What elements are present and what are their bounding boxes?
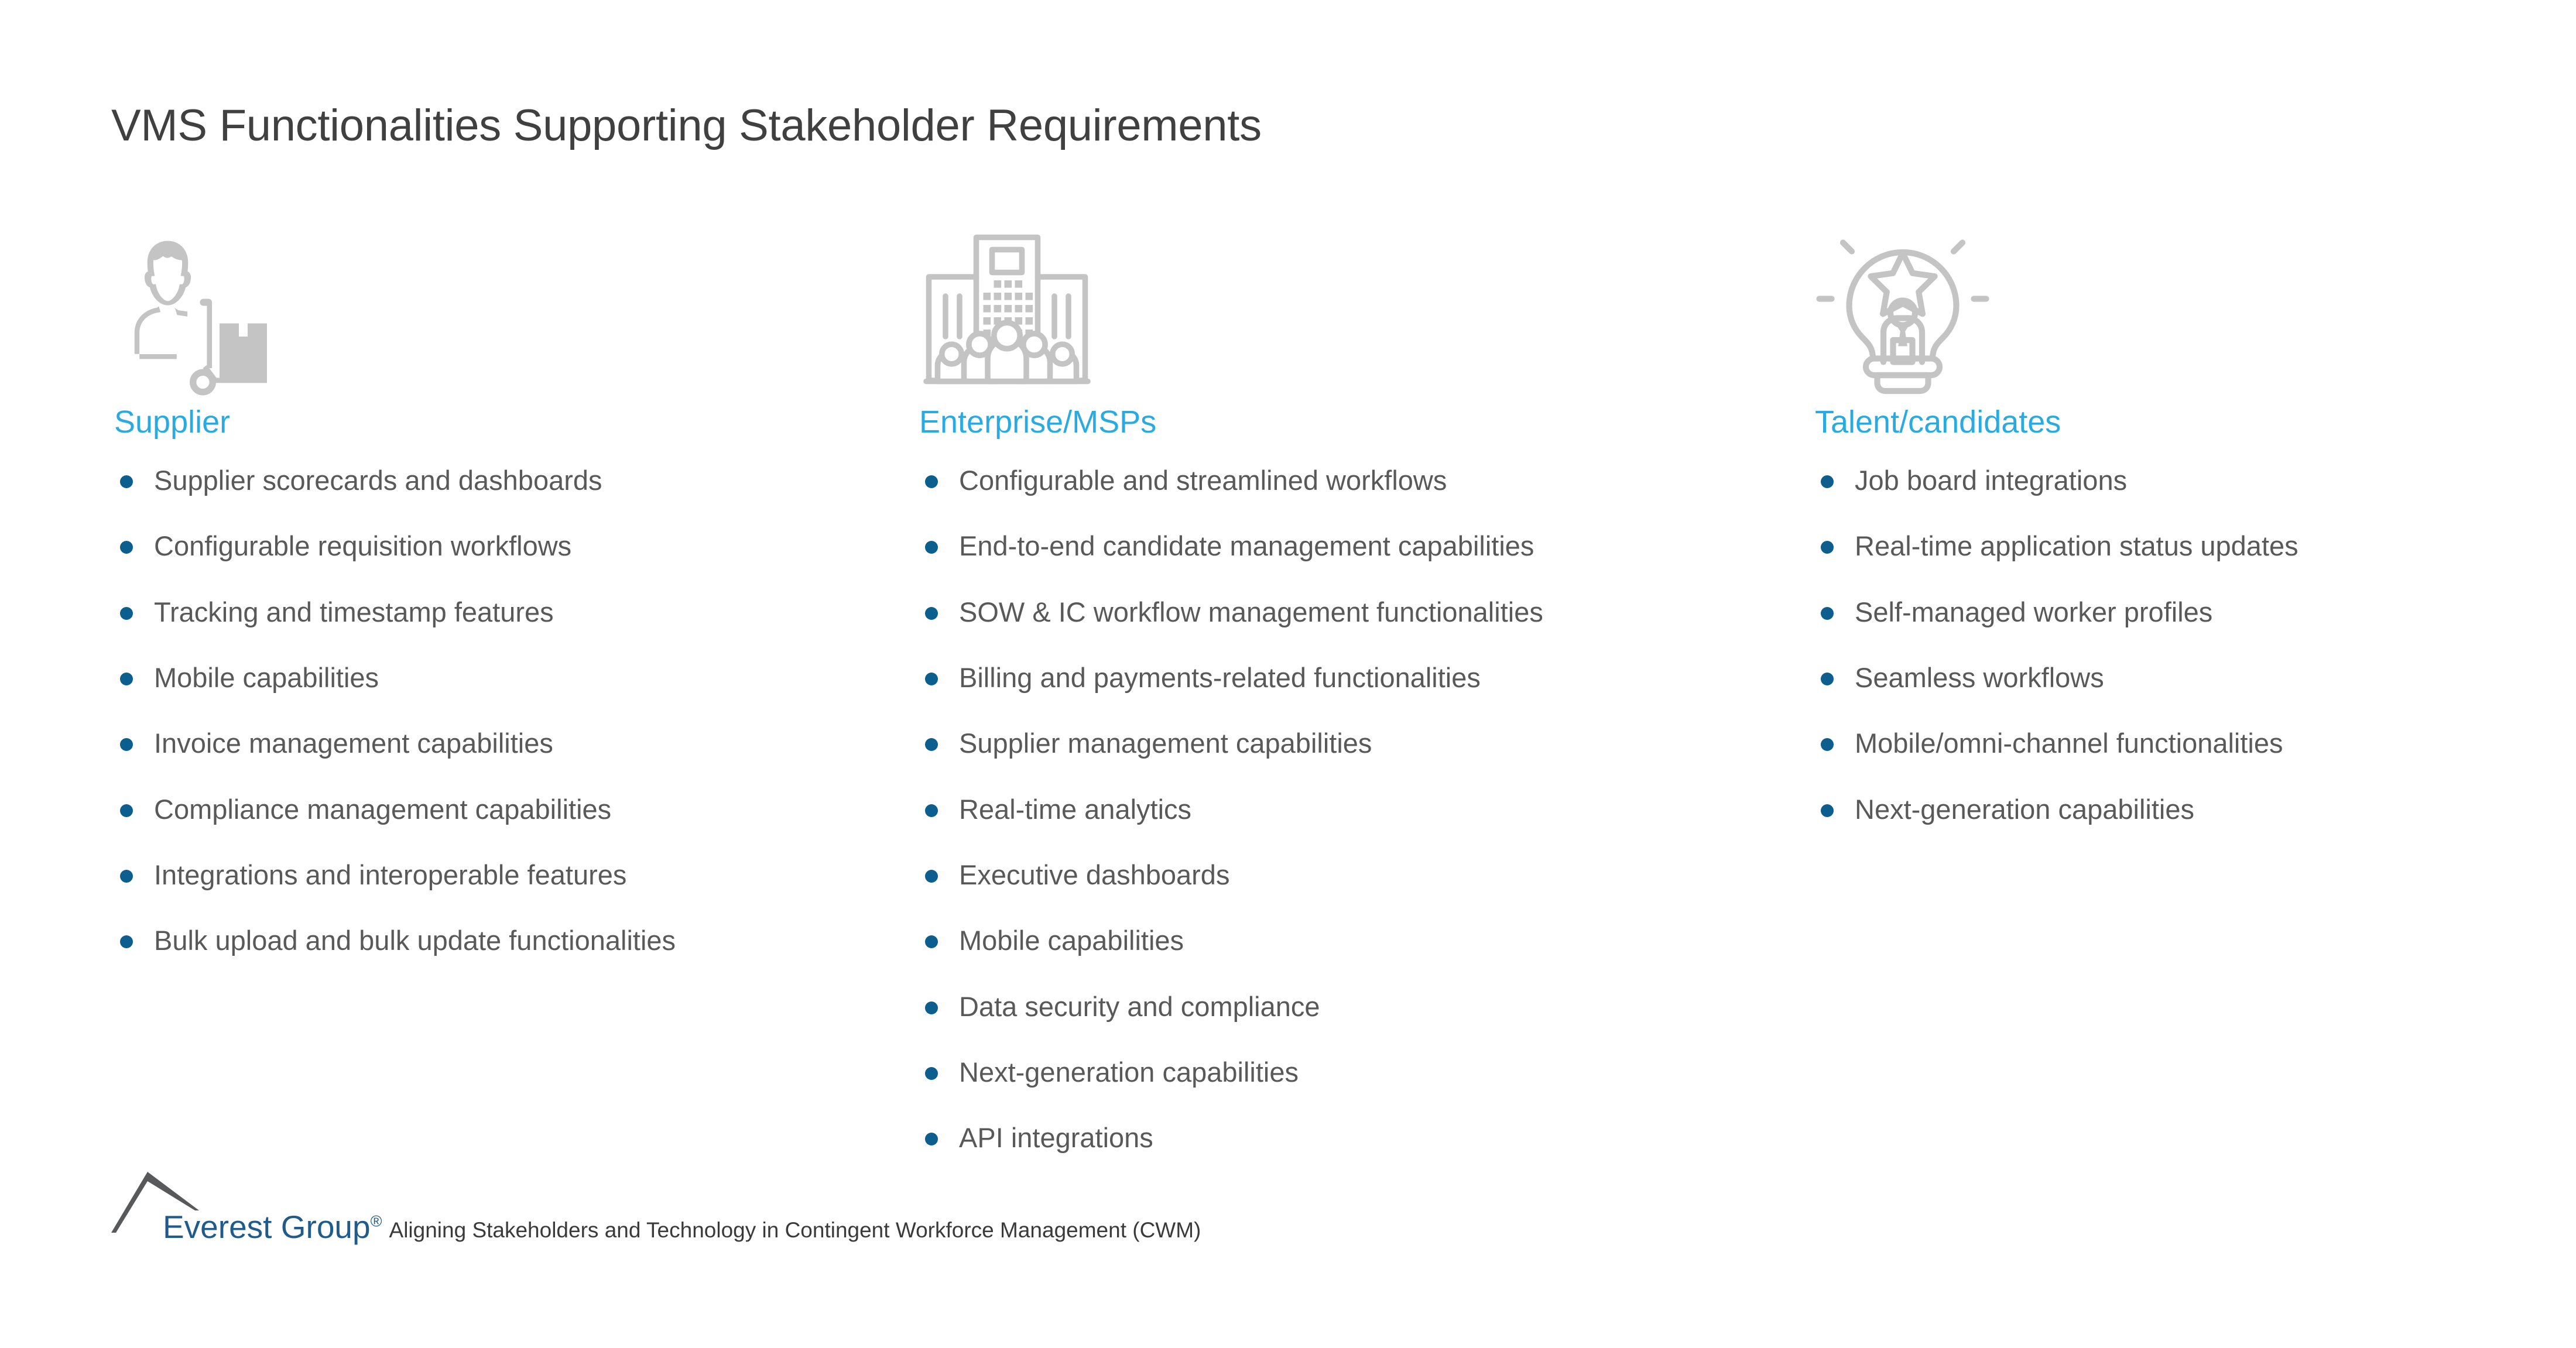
bullet-dot-icon <box>925 1001 938 1014</box>
bullet-dot-icon <box>120 869 133 883</box>
column-supplier: Supplier Supplier scorecards and dashboa… <box>114 222 893 958</box>
everest-group-wordmark: Everest Group® <box>163 1211 382 1246</box>
bullet-dot-icon <box>1821 606 1834 620</box>
list-item: SOW & IC workflow management functionali… <box>919 595 1786 629</box>
list-item: Mobile/omni-channel functionalities <box>1815 726 2506 760</box>
list-item-label: Tracking and timestamp features <box>154 596 554 627</box>
talent-lightbulb-star-person-icon <box>1815 222 2506 398</box>
list-item-label: SOW & IC workflow management functionali… <box>959 596 1543 627</box>
list-item-label: Configurable requisition workflows <box>154 530 572 562</box>
list-item-label: Seamless workflows <box>1855 661 2104 693</box>
bullet-dot-icon <box>925 804 938 817</box>
list-item-label: Real-time application status updates <box>1855 530 2298 562</box>
list-item: Configurable and streamlined workflows <box>919 464 1786 497</box>
list-item: End-to-end candidate management capabili… <box>919 529 1786 562</box>
bullet-dot-icon <box>925 541 938 554</box>
footer: Everest Group® Aligning Stakeholders and… <box>111 1169 1201 1246</box>
bullet-dot-icon <box>120 935 133 949</box>
list-item-label: Supplier scorecards and dashboards <box>154 465 602 496</box>
bullet-dot-icon <box>925 672 938 685</box>
list-item: Compliance management capabilities <box>114 793 893 826</box>
supplier-person-hand-truck-icon <box>114 222 893 398</box>
list-item: Next-generation capabilities <box>919 1055 1786 1089</box>
bullet-dot-icon <box>120 672 133 685</box>
column-heading-supplier: Supplier <box>114 404 231 440</box>
column-talent-candidates: Talent/candidates Job board integrations… <box>1815 222 2506 826</box>
list-item-label: Supplier management capabilities <box>959 728 1372 759</box>
bullet-dot-icon <box>1821 672 1834 685</box>
list-item: API integrations <box>919 1121 1786 1154</box>
logo-text-label: Everest Group <box>163 1209 371 1245</box>
list-item-label: Mobile capabilities <box>959 925 1184 956</box>
list-item-label: Invoice management capabilities <box>154 728 553 759</box>
bullet-dot-icon <box>1821 541 1834 554</box>
bullet-dot-icon <box>925 1066 938 1080</box>
list-item: Integrations and interoperable features <box>114 858 893 891</box>
bullet-dot-icon <box>925 475 938 488</box>
list-item: Seamless workflows <box>1815 661 2506 694</box>
list-item: Self-managed worker profiles <box>1815 595 2506 629</box>
list-item-label: Mobile capabilities <box>154 661 379 693</box>
list-item: Configurable requisition workflows <box>114 529 893 562</box>
bullet-dot-icon <box>120 738 133 752</box>
bullet-dot-icon <box>120 541 133 554</box>
bullet-list-supplier: Supplier scorecards and dashboards Confi… <box>114 464 893 958</box>
list-item: Invoice management capabilities <box>114 726 893 760</box>
list-item-label: Compliance management capabilities <box>154 793 612 825</box>
list-item: Next-generation capabilities <box>1815 793 2506 826</box>
list-item-label: Job board integrations <box>1855 465 2128 496</box>
bullet-dot-icon <box>925 738 938 752</box>
list-item: Real-time analytics <box>919 793 1786 826</box>
list-item: Billing and payments-related functionali… <box>919 661 1786 694</box>
bullet-dot-icon <box>1821 738 1834 752</box>
list-item: Executive dashboards <box>919 858 1786 891</box>
list-item-label: Self-managed worker profiles <box>1855 596 2213 627</box>
bullet-dot-icon <box>925 869 938 883</box>
registered-trademark-icon: ® <box>370 1212 382 1230</box>
bullet-dot-icon <box>120 606 133 620</box>
list-item-label: Data security and compliance <box>959 990 1320 1022</box>
list-item-label: Mobile/omni-channel functionalities <box>1855 728 2283 759</box>
bullet-list-talent-candidates: Job board integrations Real-time applica… <box>1815 464 2506 826</box>
column-enterprise-msps: Enterprise/MSPs Configurable and streaml… <box>919 222 1786 1155</box>
footer-caption: Aligning Stakeholders and Technology in … <box>389 1218 1201 1242</box>
list-item-label: Executive dashboards <box>959 859 1230 890</box>
list-item: Job board integrations <box>1815 464 2506 497</box>
bullet-dot-icon <box>925 1133 938 1146</box>
list-item-label: Configurable and streamlined workflows <box>959 465 1447 496</box>
bullet-dot-icon <box>120 475 133 488</box>
list-item: Tracking and timestamp features <box>114 595 893 629</box>
column-heading-talent-candidates: Talent/candidates <box>1815 404 2061 440</box>
stakeholder-columns: Supplier Supplier scorecards and dashboa… <box>0 0 2576 1348</box>
bullet-dot-icon <box>120 804 133 817</box>
list-item-label: Integrations and interoperable features <box>154 859 627 890</box>
list-item: Mobile capabilities <box>919 924 1786 957</box>
list-item: Bulk upload and bulk update functionalit… <box>114 924 893 957</box>
bullet-dot-icon <box>1821 475 1834 488</box>
list-item: Real-time application status updates <box>1815 529 2506 562</box>
bullet-dot-icon <box>1821 804 1834 817</box>
list-item: Mobile capabilities <box>114 661 893 694</box>
list-item-label: Next-generation capabilities <box>959 1056 1299 1088</box>
list-item-label: API integrations <box>959 1122 1153 1154</box>
list-item: Supplier scorecards and dashboards <box>114 464 893 497</box>
list-item: Data security and compliance <box>919 990 1786 1023</box>
enterprise-building-people-icon <box>919 222 1786 398</box>
bullet-dot-icon <box>925 935 938 949</box>
list-item-label: Next-generation capabilities <box>1855 793 2194 825</box>
list-item-label: Bulk upload and bulk update functionalit… <box>154 925 676 956</box>
list-item: Supplier management capabilities <box>919 726 1786 760</box>
column-heading-enterprise-msps: Enterprise/MSPs <box>919 404 1157 440</box>
list-item-label: Billing and payments-related functionali… <box>959 661 1481 693</box>
list-item-label: Real-time analytics <box>959 793 1192 825</box>
list-item-label: End-to-end candidate management capabili… <box>959 530 1534 562</box>
bullet-list-enterprise-msps: Configurable and streamlined workflows E… <box>919 464 1786 1155</box>
bullet-dot-icon <box>925 606 938 620</box>
